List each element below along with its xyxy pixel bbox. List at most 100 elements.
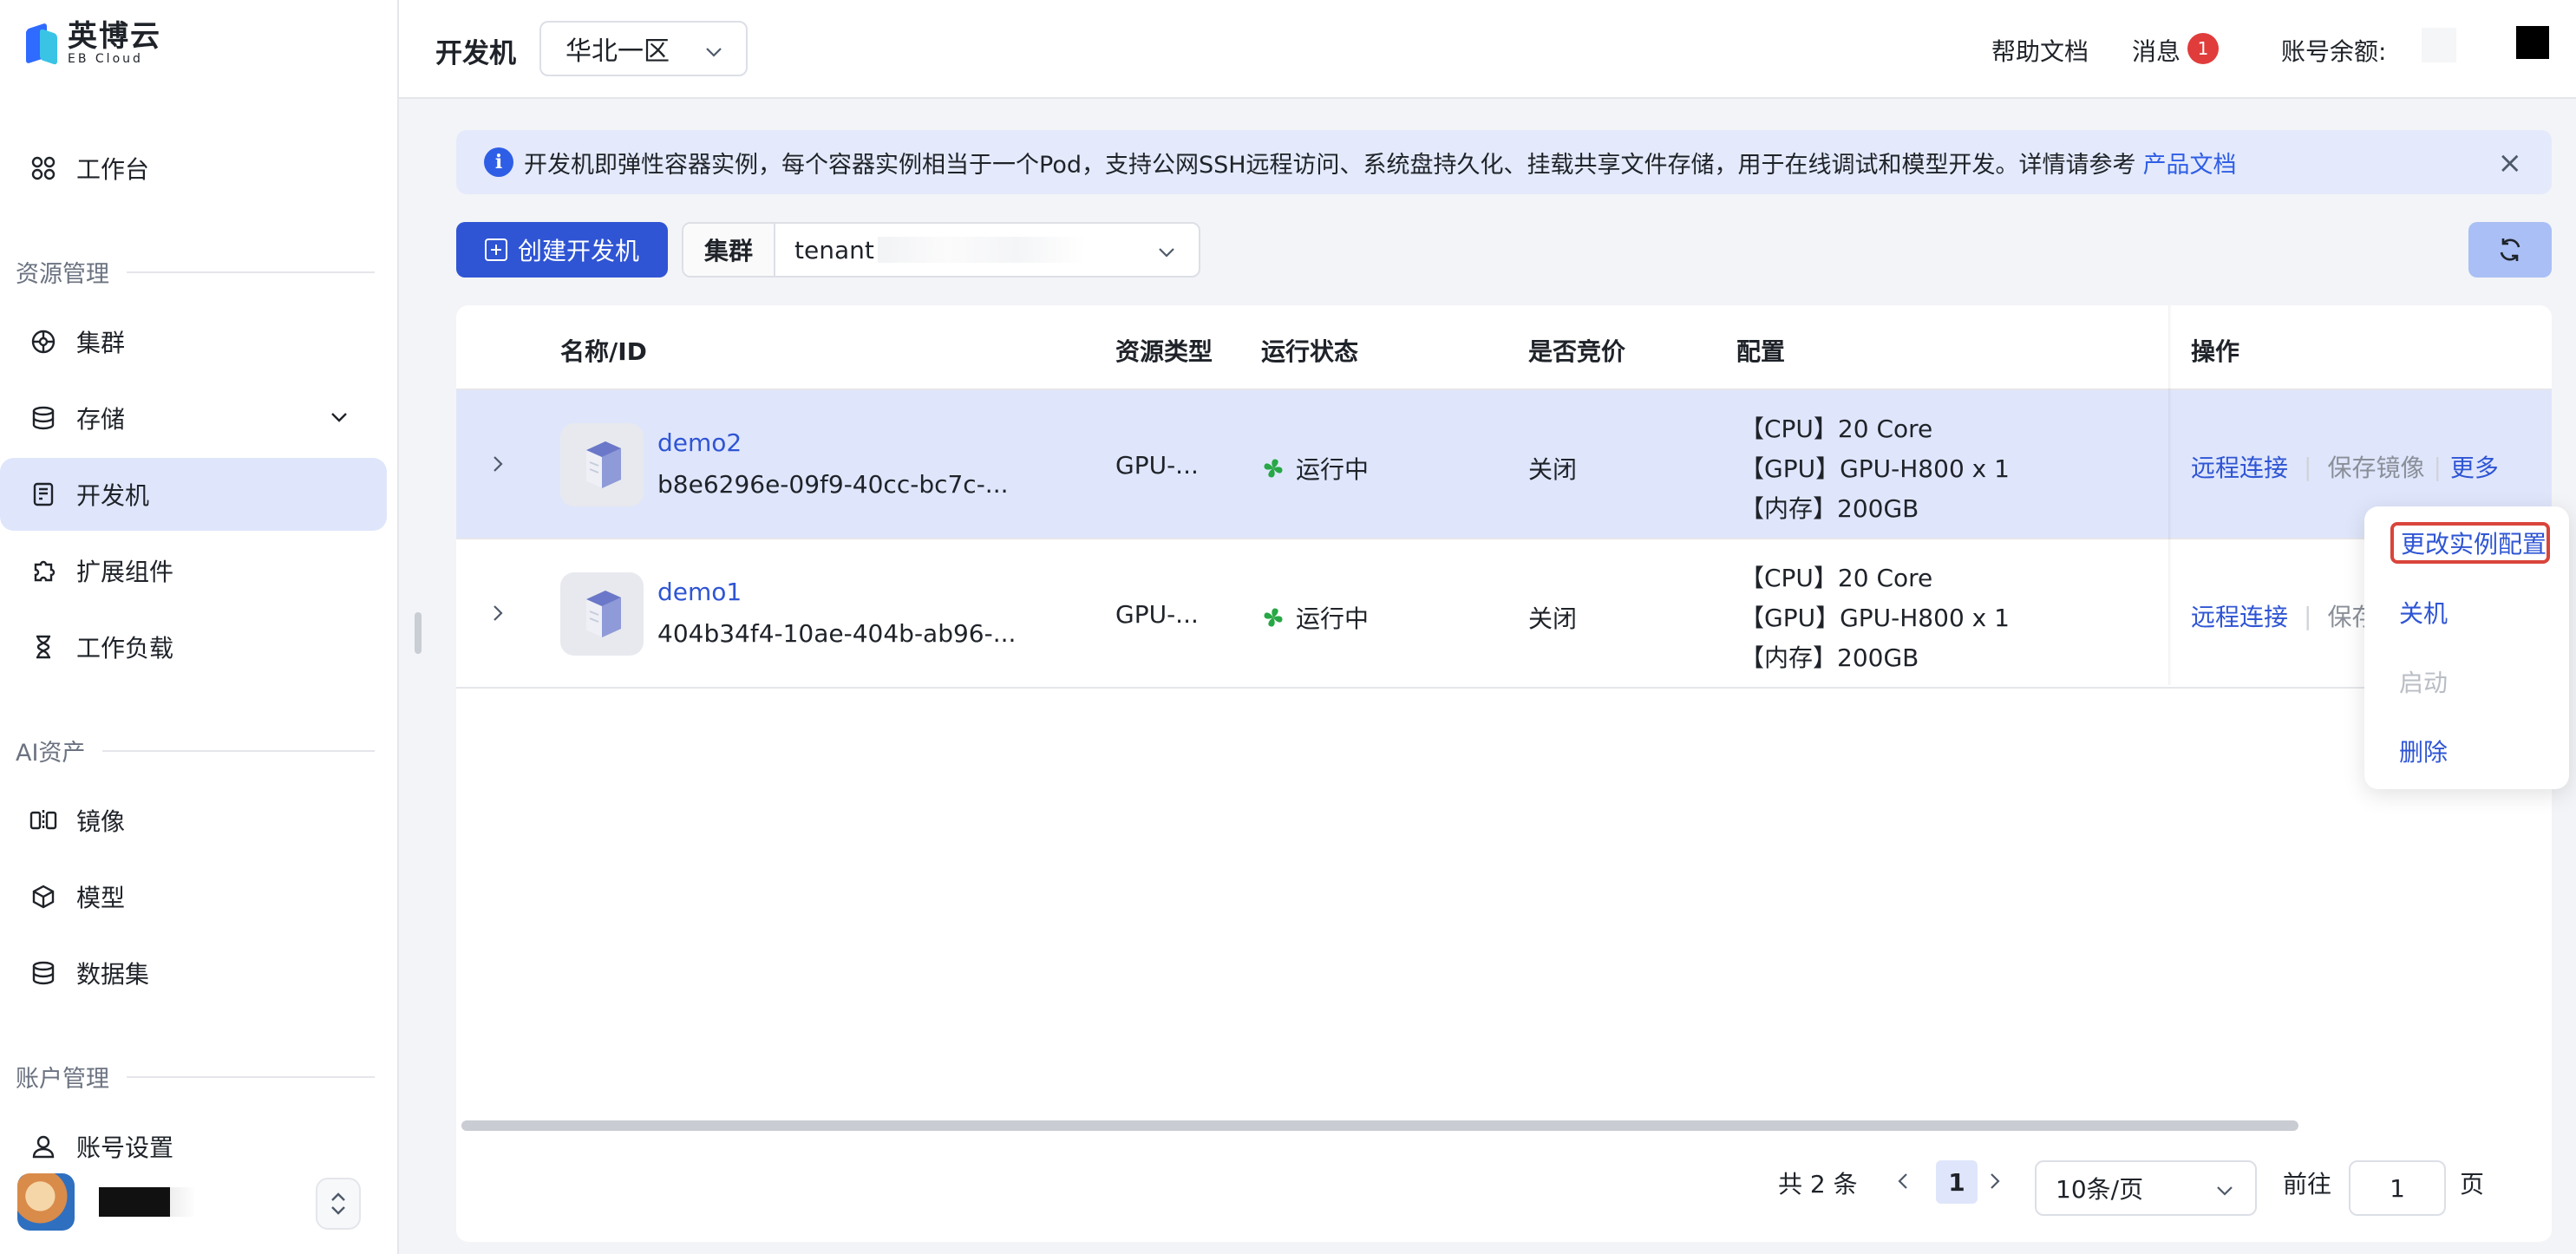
save-image-link[interactable]: 保存镜像: [2327, 449, 2424, 484]
sidebar-item-datasets[interactable]: 数据集: [0, 937, 387, 1009]
sidebar: 英博云 EB Cloud 工作台 资源管理 集群 存储 开发机 扩展组件 工作负…: [0, 0, 399, 1254]
sidebar-item-label: 镜像: [76, 807, 126, 836]
product-docs-link[interactable]: 产品文档: [2143, 146, 2237, 180]
database-icon: [29, 404, 57, 432]
sidebar-item-storage[interactable]: 存储: [0, 382, 387, 454]
menu-item-start[interactable]: 启动: [2399, 664, 2448, 699]
server-icon: [560, 423, 644, 506]
devbox-id: 404b34f4-10ae-404b-ab96-...: [657, 619, 1017, 648]
messages-link[interactable]: 消息: [2132, 33, 2180, 68]
page-size-select[interactable]: 10条/页: [2035, 1160, 2257, 1216]
running-fan-icon: [1264, 459, 1283, 478]
page-suffix: 页: [2460, 1170, 2485, 1198]
refresh-button[interactable]: [2468, 222, 2552, 278]
col-operations: 操作: [2191, 337, 2240, 366]
goto-label: 前往: [2283, 1170, 2332, 1198]
sidebar-item-models[interactable]: 模型: [0, 860, 387, 933]
section-resource-management: 资源管理: [16, 255, 375, 289]
next-page-icon[interactable]: [1986, 1169, 2004, 1199]
section-account-management: 账户管理: [16, 1060, 375, 1094]
row-actions: 远程连接 | 保存: [2191, 598, 2376, 633]
status-cell: 运行中: [1261, 600, 1369, 635]
devbox-name-link[interactable]: demo2: [657, 428, 742, 457]
total-count: 共 2 条: [1778, 1170, 1858, 1198]
sidebar-item-images[interactable]: 镜像: [0, 784, 387, 857]
spot-value: 关闭: [1528, 604, 1578, 633]
chevron-down-icon: [328, 406, 350, 434]
brand-name: 英博云: [68, 19, 161, 54]
account-menu-redacted[interactable]: [2516, 26, 2549, 59]
help-docs-link[interactable]: 帮助文档: [1991, 33, 2089, 68]
col-resource-type: 资源类型: [1115, 337, 1213, 366]
col-name-id: 名称/ID: [560, 337, 647, 366]
avatar[interactable]: [17, 1173, 75, 1231]
cluster-value: tenant: [794, 235, 874, 265]
config-cell: 【CPU】20 Core 【GPU】GPU-H800 x 1 【内存】200GB: [1740, 558, 2010, 678]
remote-connect-link[interactable]: 远程连接: [2191, 598, 2288, 633]
cluster-value-redacted: [877, 237, 1086, 263]
plus-square-icon: [484, 238, 507, 261]
row-actions: 远程连接 | 保存镜像 | 更多: [2191, 449, 2499, 484]
menu-item-shutdown[interactable]: 关机: [2399, 595, 2448, 630]
sidebar-item-workloads[interactable]: 工作负载: [0, 611, 387, 683]
remote-connect-link[interactable]: 远程连接: [2191, 449, 2288, 484]
page-title: 开发机: [435, 38, 516, 69]
running-fan-icon: [1264, 608, 1283, 627]
horizontal-scrollbar[interactable]: [461, 1120, 2298, 1131]
status-cell: 运行中: [1261, 451, 1369, 486]
chevron-right-icon[interactable]: [487, 600, 508, 632]
menu-item-change-config[interactable]: 更改实例配置: [2390, 522, 2550, 564]
devbox-id: b8e6296e-09f9-40cc-bc7c-...: [657, 470, 1009, 499]
config-gpu: 【GPU】GPU-H800 x 1: [1740, 604, 2010, 632]
sidebar-item-label: 工作台: [76, 155, 150, 184]
sidebar-resize-handle[interactable]: [415, 612, 422, 654]
sidebar-item-cluster[interactable]: 集群: [0, 305, 387, 378]
region-select[interactable]: 华北一区: [539, 21, 748, 76]
close-icon[interactable]: ×: [2498, 146, 2523, 180]
page-number-current[interactable]: 1: [1936, 1160, 1978, 1204]
user-profile[interactable]: [17, 1171, 382, 1233]
username-redacted: [99, 1187, 170, 1217]
brand-logo[interactable]: 英博云 EB Cloud: [23, 19, 161, 68]
goto-page-input[interactable]: 1: [2349, 1160, 2446, 1216]
chevron-down-icon: [703, 40, 725, 70]
prev-page-icon[interactable]: [1894, 1169, 1912, 1199]
user-switch-button[interactable]: [316, 1178, 361, 1230]
sidebar-item-label: 扩展组件: [76, 558, 174, 586]
cluster-select[interactable]: 集群 tenant: [682, 222, 1200, 278]
config-cpu: 【CPU】20 Core: [1740, 564, 1933, 592]
col-spot: 是否竞价: [1528, 337, 1626, 366]
sidebar-item-label: 开发机: [76, 481, 150, 510]
config-memory: 【内存】200GB: [1740, 643, 1919, 672]
menu-item-delete[interactable]: 删除: [2399, 734, 2448, 768]
chevron-right-icon[interactable]: [487, 451, 508, 483]
config-cpu: 【CPU】20 Core: [1740, 415, 1933, 443]
cluster-label: 集群: [683, 224, 775, 276]
col-status: 运行状态: [1261, 337, 1359, 366]
devbox-name-link[interactable]: demo1: [657, 578, 742, 606]
status-text: 运行中: [1296, 455, 1370, 484]
sidebar-item-label: 模型: [76, 884, 126, 912]
sidebar-item-workbench[interactable]: 工作台: [0, 132, 387, 205]
chevron-updown-icon: [331, 1192, 345, 1215]
cube-icon: [29, 883, 57, 911]
col-config: 配置: [1736, 337, 1786, 366]
config-memory: 【内存】200GB: [1740, 494, 1919, 523]
more-actions-menu: 更改实例配置 关机 启动 删除: [2364, 506, 2569, 789]
status-text: 运行中: [1296, 604, 1370, 633]
spot-value: 关闭: [1528, 455, 1578, 484]
topbar: 开发机 华北一区 帮助文档 消息 1 账号余额:: [399, 0, 2576, 99]
create-devbox-button[interactable]: 创建开发机: [456, 222, 668, 278]
dataset-icon: [29, 959, 57, 987]
sidebar-item-label: 账号设置: [76, 1133, 174, 1162]
chevron-down-icon: [1155, 241, 1178, 270]
info-icon: i: [484, 147, 513, 177]
resource-type: GPU-...: [1115, 451, 1199, 480]
logo-icon: [23, 19, 61, 68]
refresh-icon: [2500, 238, 2520, 261]
sidebar-item-devbox[interactable]: 开发机: [0, 458, 387, 531]
sidebar-item-extensions[interactable]: 扩展组件: [0, 534, 387, 607]
more-link[interactable]: 更多: [2450, 449, 2499, 484]
sidebar-item-label: 工作负载: [76, 634, 174, 663]
banner-text: 开发机即弹性容器实例，每个容器实例相当于一个Pod，支持公网SSH远程访问、系统…: [524, 151, 2136, 179]
